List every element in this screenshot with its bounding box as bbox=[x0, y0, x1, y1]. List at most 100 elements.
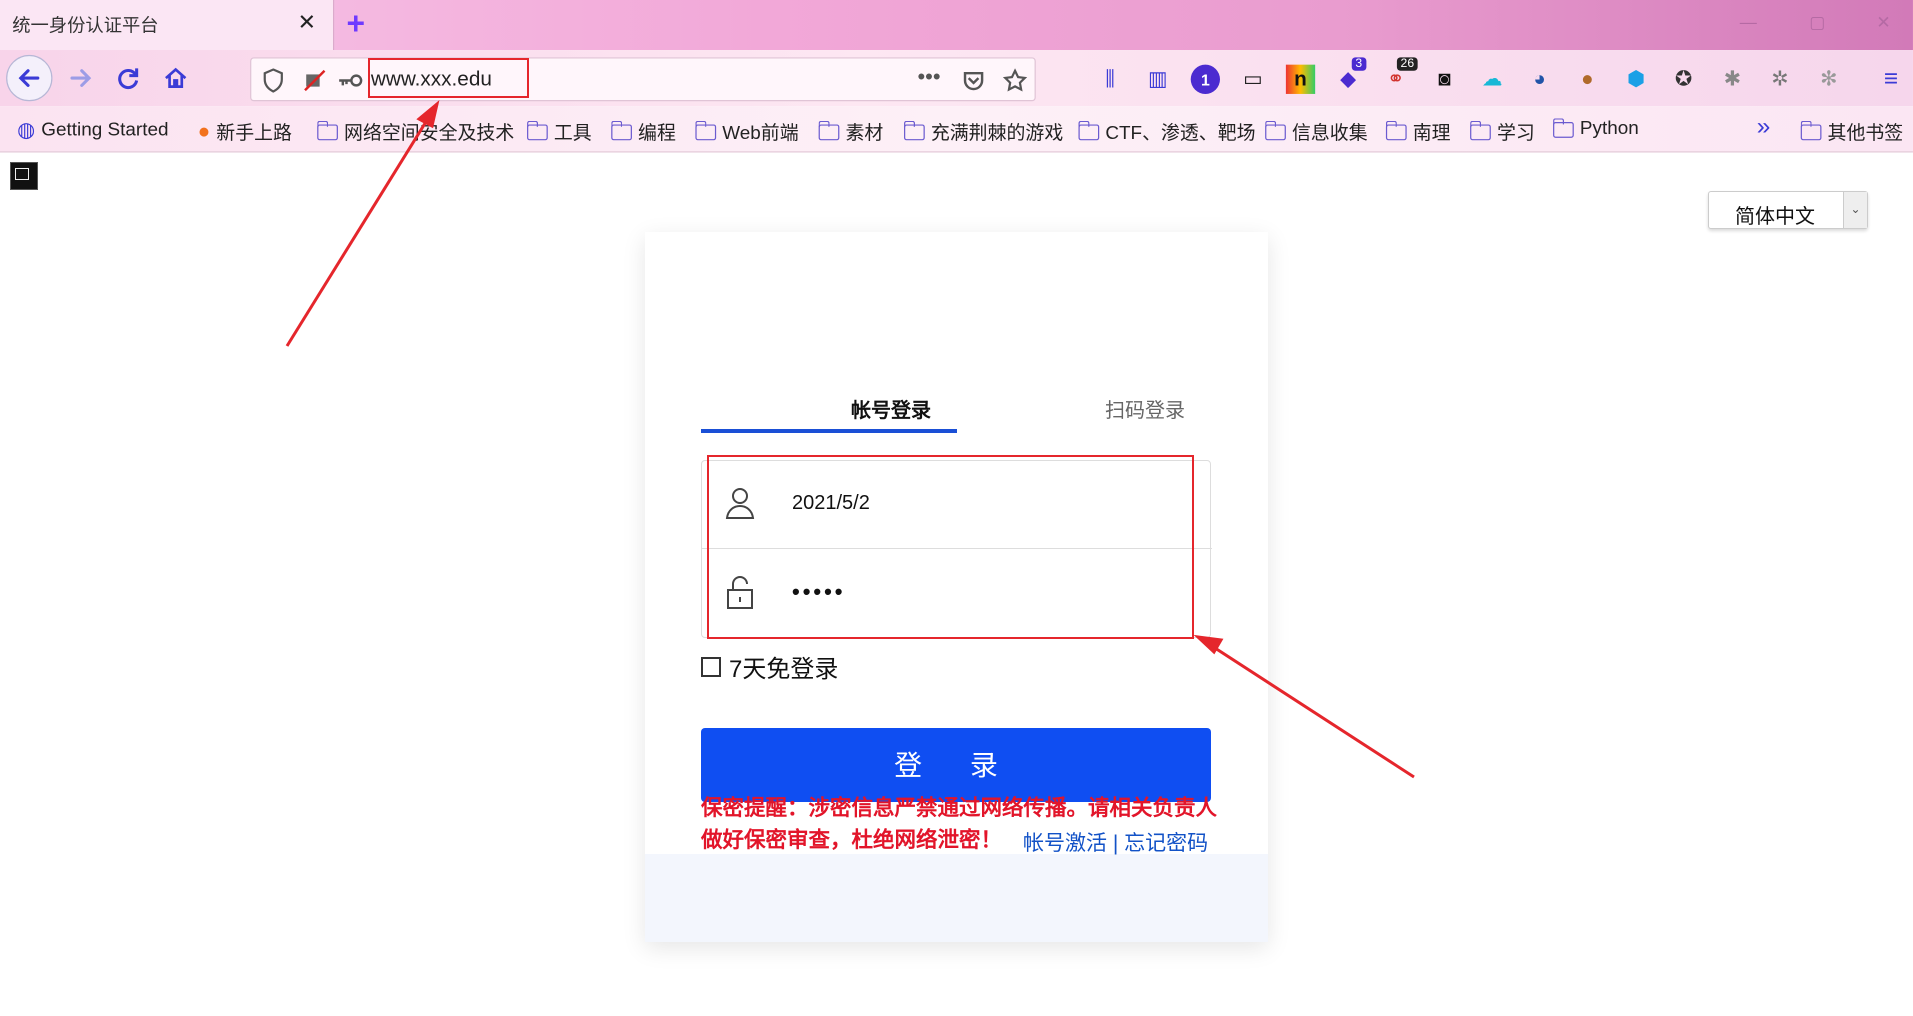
folder-icon bbox=[1077, 120, 1100, 140]
tab-bar: 统一身份认证平台 ✕ + — ▢ ✕ bbox=[0, 0, 1913, 51]
remember-checkbox[interactable] bbox=[701, 656, 721, 677]
bookmark-item[interactable]: Python bbox=[1552, 117, 1639, 140]
bookmark-item[interactable]: ● 新手上路 bbox=[198, 118, 292, 145]
onepassword-icon[interactable]: 1 bbox=[1190, 64, 1220, 94]
broken-image-icon bbox=[10, 162, 38, 190]
extension-badge: 26 bbox=[1396, 57, 1418, 71]
bookmark-item[interactable]: ◍ Getting Started bbox=[17, 118, 168, 142]
tab-title: 统一身份认证平台 bbox=[12, 15, 159, 37]
folder-icon bbox=[1469, 120, 1491, 140]
bookmark-label: 信息收集 bbox=[1291, 123, 1368, 144]
bookmark-item[interactable]: Web前端 bbox=[694, 118, 799, 145]
language-label: 简体中文 bbox=[1735, 206, 1815, 228]
login-button[interactable]: 登 录 bbox=[701, 728, 1211, 802]
bookmark-item[interactable]: 充满荆棘的游戏 bbox=[903, 118, 1064, 145]
sidebar-icon[interactable]: ▥ bbox=[1143, 65, 1172, 94]
bookmark-label: 南理 bbox=[1412, 123, 1451, 144]
folder-icon bbox=[316, 120, 338, 140]
back-arrow-icon bbox=[18, 69, 40, 87]
bookmark-label: 素材 bbox=[845, 123, 884, 144]
folder-icon bbox=[1552, 117, 1574, 138]
page-actions-menu-icon[interactable]: ••• bbox=[917, 65, 940, 91]
shield-icon[interactable] bbox=[262, 68, 284, 93]
forward-arrow-icon bbox=[70, 69, 92, 87]
folder-icon bbox=[526, 120, 548, 140]
back-button[interactable] bbox=[6, 54, 53, 102]
cloud-icon[interactable]: ☁ bbox=[1477, 65, 1506, 94]
forgot-password-link[interactable]: 忘记密码 bbox=[1124, 832, 1208, 855]
monitor-icon[interactable]: ▭ bbox=[1238, 65, 1267, 94]
link-separator: | bbox=[1112, 832, 1119, 855]
minimize-button[interactable]: — bbox=[1740, 12, 1757, 32]
bookmark-item[interactable]: 南理 bbox=[1385, 118, 1451, 145]
bug-icon[interactable]: ✱ bbox=[1718, 65, 1747, 94]
puzzle-icon[interactable]: ✻ bbox=[1814, 65, 1843, 94]
cookie-icon[interactable]: ● bbox=[1573, 65, 1602, 94]
folder-icon bbox=[818, 120, 840, 140]
active-tab[interactable]: 统一身份认证平台 ✕ bbox=[0, 0, 335, 51]
bookmark-item[interactable]: 学习 bbox=[1469, 118, 1535, 145]
other-bookmarks-label: 其他书签 bbox=[1827, 123, 1904, 144]
navigation-toolbar: ••• www.xxx.edu ⫼ ▥ 1 ▭ n ◆ 3 ⚭ 26 ◙ ☁ ◕… bbox=[0, 50, 1913, 107]
chevron-down-icon: ⌄ bbox=[1843, 192, 1867, 228]
home-button[interactable] bbox=[153, 55, 199, 101]
bookmark-label: 网络空间安全及技术 bbox=[344, 123, 515, 144]
extension-badge: 3 bbox=[1351, 57, 1366, 71]
bookmark-label: Getting Started bbox=[41, 119, 169, 141]
tab-qrcode-login[interactable]: 扫码登录 bbox=[1045, 394, 1245, 423]
remember-label: 7天免登录 bbox=[729, 656, 839, 683]
pocket-icon[interactable] bbox=[961, 68, 985, 92]
account-links: 帐号激活 | 忘记密码 bbox=[1023, 827, 1208, 857]
bookmark-item[interactable]: 信息收集 bbox=[1264, 118, 1368, 145]
language-select[interactable]: 简体中文 ⌄ bbox=[1708, 191, 1868, 229]
cube-extension-icon[interactable]: ⬢ bbox=[1621, 65, 1650, 94]
reload-button[interactable] bbox=[105, 55, 151, 101]
folder-icon bbox=[1264, 120, 1286, 140]
fields-annotation-box bbox=[707, 455, 1194, 639]
remember-me[interactable]: 7天免登录 bbox=[701, 649, 838, 684]
folder-icon bbox=[1385, 120, 1407, 140]
bookmark-label: 工具 bbox=[553, 123, 592, 144]
bookmark-label: CTF、渗透、靶场 bbox=[1105, 123, 1256, 144]
folder-icon bbox=[694, 120, 717, 140]
tampermonkey-icon[interactable]: ◙ bbox=[1430, 65, 1459, 94]
bookmarks-bar: ◍ Getting Started ● 新手上路 网络空间安全及技术 工具 编程 Web前端 素… bbox=[0, 106, 1913, 153]
new-tab-button[interactable]: + bbox=[346, 5, 365, 43]
bookmark-item[interactable]: 素材 bbox=[818, 118, 884, 145]
folder-icon bbox=[610, 120, 632, 140]
browser-chrome: 统一身份认证平台 ✕ + — ▢ ✕ ••• www.xxx.edu ⫼ ▥ 1… bbox=[0, 0, 1913, 153]
bookmark-label: 新手上路 bbox=[216, 123, 292, 144]
bookmarks-overflow-button[interactable]: » bbox=[1757, 113, 1771, 141]
tab-close-button[interactable]: ✕ bbox=[298, 10, 316, 36]
reload-icon bbox=[118, 68, 139, 90]
hackbar-icon[interactable]: n bbox=[1285, 64, 1316, 94]
settings-gear-icon[interactable]: ✲ bbox=[1765, 65, 1794, 94]
key-icon[interactable] bbox=[337, 71, 364, 91]
bookmark-label: Web前端 bbox=[722, 123, 799, 144]
maximize-button[interactable]: ▢ bbox=[1809, 12, 1825, 33]
cookie-outline-icon[interactable]: ✪ bbox=[1669, 65, 1698, 94]
bookmark-item[interactable]: 工具 bbox=[526, 118, 592, 145]
globe-icon: ◍ bbox=[17, 118, 36, 142]
activate-account-link[interactable]: 帐号激活 bbox=[1023, 832, 1107, 855]
card-footer bbox=[645, 854, 1268, 942]
url-annotation-box bbox=[368, 58, 529, 98]
forward-button[interactable] bbox=[57, 55, 103, 101]
camera-blocked-icon[interactable] bbox=[303, 68, 327, 92]
bookmark-label: 充满荆棘的游戏 bbox=[930, 123, 1064, 144]
bookmark-item[interactable]: CTF、渗透、靶场 bbox=[1077, 118, 1256, 145]
home-icon bbox=[165, 67, 187, 88]
firefox-icon: ● bbox=[197, 119, 211, 143]
bookmark-item[interactable]: 网络空间安全及技术 bbox=[316, 118, 515, 145]
other-bookmarks[interactable]: 其他书签 bbox=[1800, 118, 1904, 145]
browser-window: 统一身份认证平台 ✕ + — ▢ ✕ ••• www.xxx.edu ⫼ ▥ 1… bbox=[0, 0, 1913, 1016]
bookmark-item[interactable]: 编程 bbox=[610, 118, 676, 145]
globe-extension-icon[interactable]: ◕ bbox=[1525, 65, 1554, 94]
close-window-button[interactable]: ✕ bbox=[1876, 12, 1890, 33]
menu-icon[interactable]: ≡ bbox=[1876, 65, 1905, 94]
folder-icon bbox=[903, 120, 925, 140]
tab-account-login[interactable]: 帐号登录 bbox=[791, 394, 991, 423]
library-icon[interactable]: ⫼ bbox=[1096, 65, 1125, 94]
bookmark-star-icon[interactable] bbox=[1002, 68, 1028, 92]
active-tab-indicator bbox=[701, 429, 957, 433]
